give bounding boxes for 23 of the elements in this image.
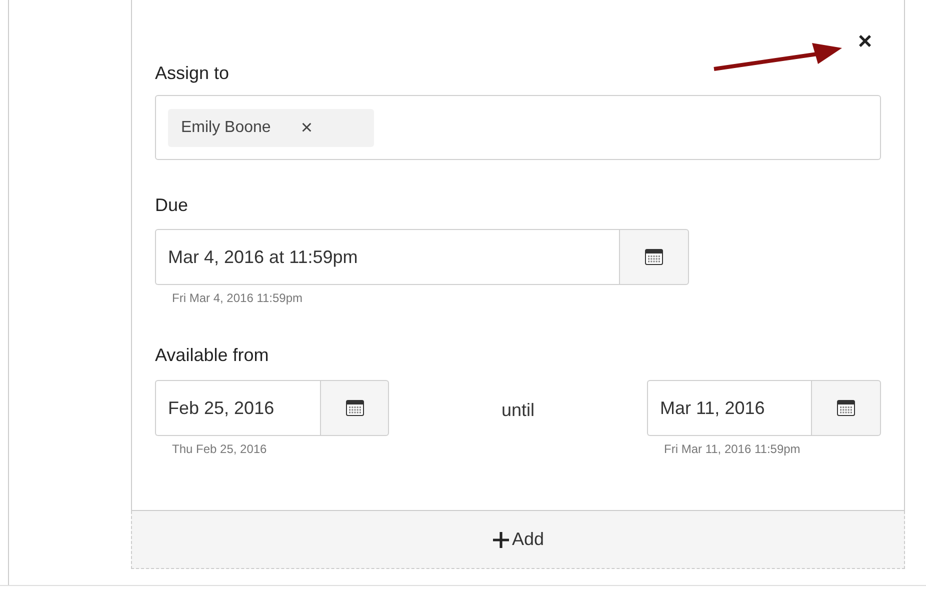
- arrow-icon: [712, 40, 844, 72]
- field-label: Available from: [155, 344, 270, 367]
- date-field[interactable]: Mar 4, 2016 at 11:59pm: [155, 229, 619, 285]
- calendar-button[interactable]: [811, 380, 881, 436]
- calendar-icon: [837, 400, 855, 416]
- calendar-icon: [645, 249, 663, 265]
- field-label: Due: [155, 194, 190, 217]
- field-label: Assign to: [155, 62, 230, 85]
- date-hint: Fri Mar 4, 2016 11:59pm: [172, 290, 304, 307]
- add-button[interactable]: Add: [131, 511, 905, 569]
- assignee-name: Emily Boone: [181, 118, 271, 138]
- date-hint: Thu Feb 25, 2016: [172, 441, 268, 458]
- calendar-button[interactable]: [619, 229, 689, 285]
- date-hint: Fri Mar 11, 2016 11:59pm: [664, 441, 802, 458]
- assign-field[interactable]: Emily Boone ×: [155, 95, 881, 160]
- calendar-button[interactable]: [320, 380, 389, 436]
- date-field[interactable]: Feb 25, 2016: [155, 380, 320, 436]
- close-button[interactable]: ×: [858, 30, 872, 54]
- calendar-icon: [346, 400, 364, 416]
- until-label: until: [500, 399, 536, 422]
- remove-button[interactable]: ×: [300, 118, 313, 138]
- plus-icon: [492, 530, 510, 548]
- date-field[interactable]: Mar 11, 2016: [647, 380, 811, 436]
